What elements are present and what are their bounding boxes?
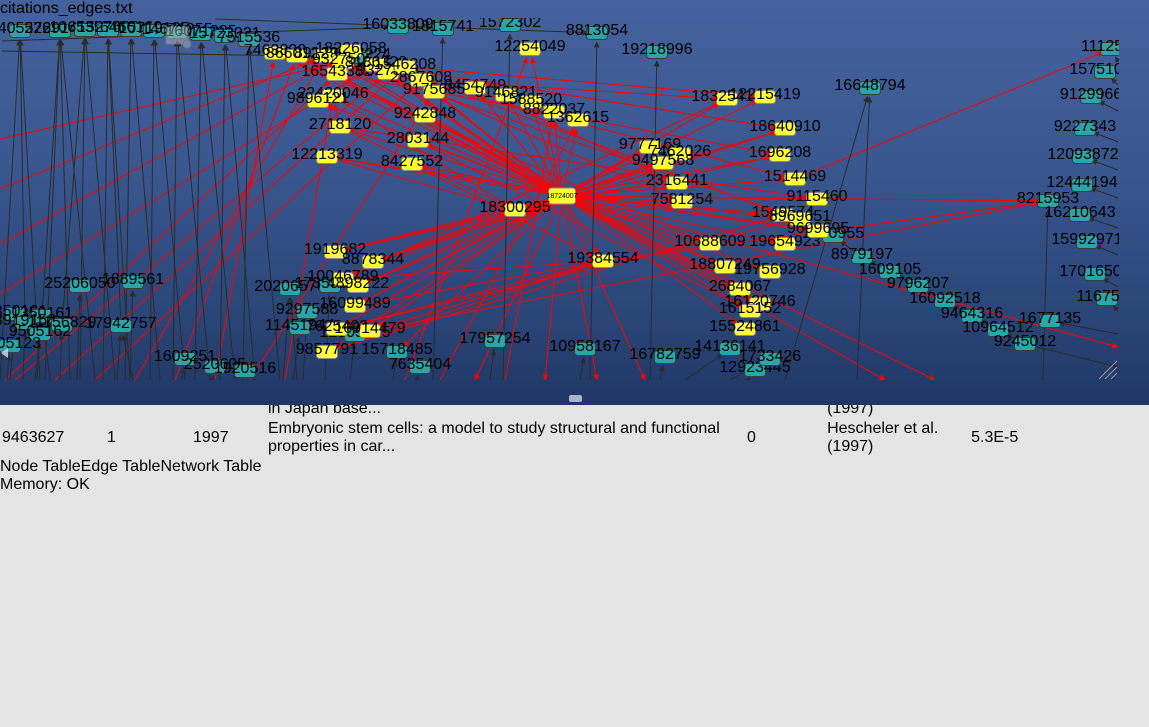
graph-edge xyxy=(404,196,562,346)
graph-node-label: 9242848 xyxy=(394,105,456,122)
table-cell[interactable]: Embryonic stem cells: a model to study s… xyxy=(268,420,745,456)
graph-edge xyxy=(77,295,80,380)
table-cell[interactable]: 0 xyxy=(747,420,825,456)
table-cell[interactable]: Hescheler et al. (1997) xyxy=(827,420,969,456)
graph-node-label: 16210643 xyxy=(1044,204,1115,221)
graph-node-label: 1615152 xyxy=(719,300,781,317)
graph-node-label: 7635404 xyxy=(389,356,451,373)
graph-node-label: 15524861 xyxy=(709,318,780,335)
graph-node-label: 12215419 xyxy=(729,86,800,103)
graph-edge xyxy=(1043,210,1048,380)
graph-node-label: 15751074 xyxy=(1069,61,1119,78)
graph-node-label: 16099489 xyxy=(319,295,390,312)
graph-node-label: 15992971 xyxy=(1051,231,1119,248)
graph-node-label: 8878344 xyxy=(342,251,404,268)
graph-node-label: 16914479 xyxy=(334,320,405,337)
table-cell[interactable]: 9463627 xyxy=(2,420,105,456)
graph-node-label: 1815741 xyxy=(412,18,474,35)
graph-node-label: 17957254 xyxy=(459,330,530,347)
graph-edge xyxy=(660,366,663,380)
graph-node-label: 10958167 xyxy=(549,338,620,355)
memory-status-label: Memory: OK xyxy=(0,476,90,493)
table-cell[interactable]: 5.3E-5 xyxy=(971,420,1122,456)
graph-node-label: 18300295 xyxy=(479,199,550,216)
window-title: citations_edges.txt xyxy=(0,0,1149,18)
table-row[interactable]: 946362711997Embryonic stem cells: a mode… xyxy=(2,420,1122,456)
tab-edge-table[interactable]: Edge Table xyxy=(81,458,161,475)
graph-node-label: 17016504 xyxy=(1059,263,1119,280)
graph-node-label: 16648794 xyxy=(834,77,905,94)
graph-node-label: 1889561 xyxy=(102,271,164,288)
table-cell[interactable]: 1 xyxy=(107,420,191,456)
window-resize-grip[interactable] xyxy=(1099,361,1117,379)
network-view[interactable]: 2405572226914061065352815276026466162107… xyxy=(0,18,1119,380)
network-background: citations_edges.txt 24055722269140610653… xyxy=(0,0,1149,405)
graph-node-label: 1112504 xyxy=(1081,38,1119,55)
graph-node-label: 1677135 xyxy=(1019,310,1081,327)
graph-node-label: 9227343 xyxy=(1054,118,1116,135)
status-bar: Memory: OK xyxy=(0,476,1149,494)
import-table-icon[interactable] xyxy=(165,36,197,53)
graph-node-label: 4898222 xyxy=(327,275,389,292)
graph-node-label: 18724007 xyxy=(546,193,577,200)
graph-node-label: 8427552 xyxy=(381,153,443,170)
graph-edge xyxy=(173,41,177,380)
splitter-handle[interactable] xyxy=(569,395,582,402)
graph-node-label: 8813054 xyxy=(566,22,628,39)
graph-node-label: 9497568 xyxy=(632,152,694,169)
app: citations_edges.txt 24055722269140610653… xyxy=(0,0,1149,727)
tab-network-table[interactable]: Network Table xyxy=(160,458,261,475)
graph-node-label: 12444194 xyxy=(1046,174,1117,191)
graph-node-label: 19756928 xyxy=(734,261,805,278)
graph-node-label: 12093872 xyxy=(1047,146,1118,163)
table-cell[interactable]: 1997 xyxy=(193,420,266,456)
graph-node-label: 1696208 xyxy=(749,144,811,161)
graph-edge xyxy=(243,49,249,380)
graph-node-label: 7581254 xyxy=(651,191,713,208)
graph-node-label: 12254049 xyxy=(494,38,565,55)
window-titlebar[interactable]: citations_edges.txt xyxy=(0,0,1149,18)
tab-node-table[interactable]: Node Table xyxy=(0,458,81,475)
graph-node-label: 9896121 xyxy=(287,90,349,107)
table-tab-bar: Node TableEdge TableNetwork Table xyxy=(0,458,1149,476)
graph-node-label: 9699695 xyxy=(787,220,849,237)
graph-edge xyxy=(748,377,750,380)
graph-node-label: 2316441 xyxy=(646,172,708,189)
graph-node-label: 9115460 xyxy=(786,188,847,205)
graph-edge xyxy=(490,350,494,380)
graph-node-label: 1514469 xyxy=(764,168,826,185)
graph-edge xyxy=(1113,306,1118,311)
graph-node-label: 1362615 xyxy=(547,109,609,126)
graph-node-label: 12213319 xyxy=(291,146,362,163)
graph-node-label: 10688609 xyxy=(674,233,745,250)
graph-node-label: 1920516 xyxy=(214,360,276,377)
graph-node-label: 1733426 xyxy=(739,348,801,365)
graph-edge xyxy=(60,334,62,380)
graph-node-label: 1167531 xyxy=(1076,288,1119,305)
graph-node-label: 2718120 xyxy=(309,116,371,133)
graph-edge xyxy=(0,64,334,139)
graph-node-label: 9129966 xyxy=(1060,86,1119,103)
graph-node-label: 9245012 xyxy=(994,333,1056,350)
panel-collapse-arrow[interactable] xyxy=(1,348,8,358)
graph-node-label: 19218996 xyxy=(621,41,692,58)
graph-node-label: 1572302 xyxy=(479,18,541,31)
graph-node-label: 17942757 xyxy=(85,315,156,332)
network-window: citations_edges.txt 24055722269140610653… xyxy=(0,0,1149,385)
graph-node-label: 18640910 xyxy=(749,118,820,135)
graph-edge xyxy=(580,358,584,380)
graph-node-label: 2803144 xyxy=(387,130,449,147)
graph-node-label: 9857791 xyxy=(296,341,358,358)
graph-edge xyxy=(195,43,201,380)
graph-node-label: 19384554 xyxy=(567,250,638,267)
graph-node-label: 16782759 xyxy=(629,346,700,363)
graph-edge xyxy=(1111,78,1118,85)
graph-edge xyxy=(155,40,185,380)
graph-edge xyxy=(212,376,213,380)
graph-edge xyxy=(417,376,418,380)
